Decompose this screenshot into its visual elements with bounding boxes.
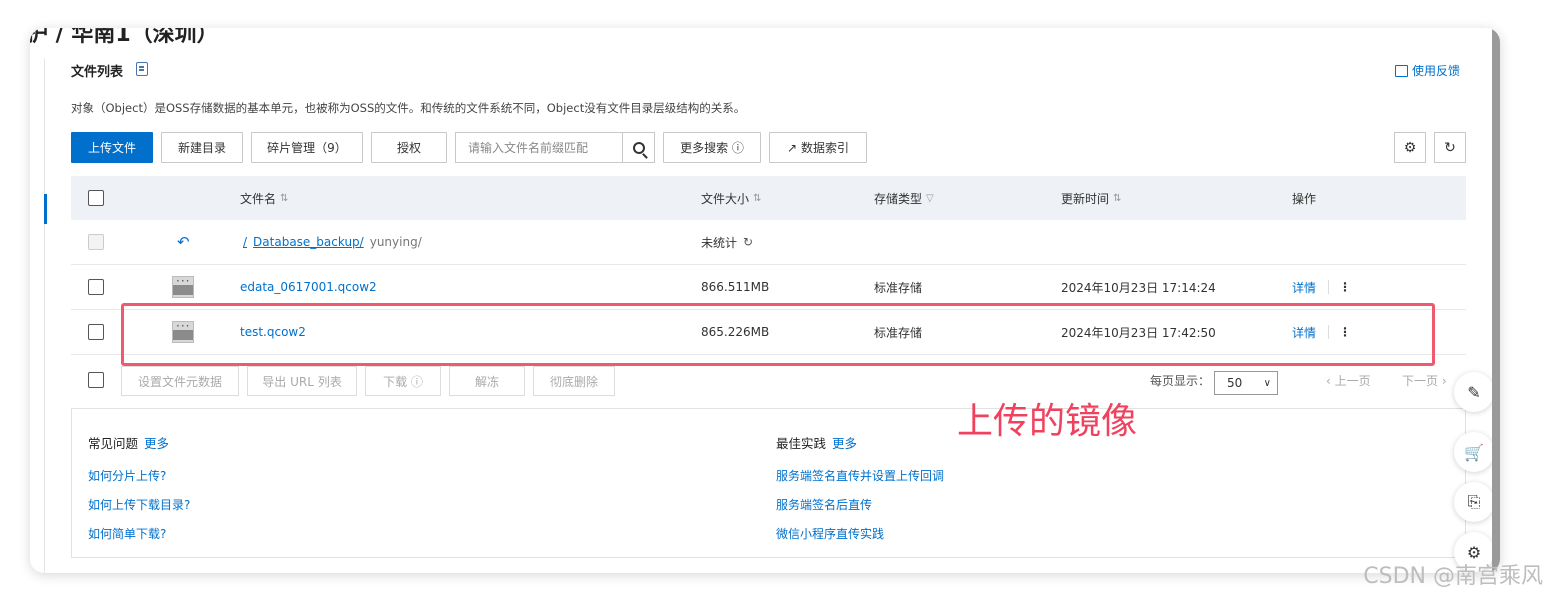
- breadcrumb-cut: 护 / 华南1（深圳）: [30, 28, 219, 47]
- path-dir-link[interactable]: Database_backup/: [253, 235, 364, 249]
- best-practice-title: 最佳实践: [776, 436, 827, 451]
- sort-icon: ⇅: [1113, 192, 1122, 204]
- cart-float-button[interactable]: 🛒: [1454, 432, 1494, 472]
- row-checkbox-cell: [88, 265, 104, 309]
- best-practice-link[interactable]: 服务端签名后直传: [776, 496, 872, 513]
- dir-size-label: 未统计: [701, 235, 738, 250]
- refresh-icon: ↻: [1444, 139, 1456, 156]
- batch-select-checkbox[interactable]: [88, 372, 104, 388]
- export-url-button[interactable]: 导出 URL 列表: [247, 366, 357, 396]
- prev-page-button[interactable]: ‹ 上一页: [1326, 372, 1371, 389]
- upload-button[interactable]: 上传文件: [71, 132, 153, 163]
- sort-icon: ⇅: [753, 192, 762, 204]
- set-metadata-button[interactable]: 设置文件元数据: [121, 366, 239, 396]
- watermark: CSDN @南宫乘风: [1363, 564, 1543, 589]
- annotation-text: 上传的镜像: [957, 401, 1138, 442]
- left-rail: [44, 58, 45, 573]
- unfreeze-button[interactable]: 解冻: [449, 366, 525, 396]
- data-index-button[interactable]: ↗ 数据索引: [769, 132, 867, 163]
- advanced-search-button[interactable]: 更多搜索 ⓘ: [663, 132, 761, 163]
- authorize-button[interactable]: 授权: [371, 132, 447, 163]
- description: 对象（Object）是OSS存储数据的基本单元，也被称为OSS的文件。和传统的文…: [71, 101, 746, 115]
- search-input[interactable]: [456, 133, 622, 162]
- table-header: 文件名 ⇅ 文件大小 ⇅ 存储类型 ▽ 更新时间 ⇅ 操作: [71, 176, 1466, 220]
- prev-page-label: 上一页: [1334, 374, 1371, 388]
- col-ops: 操作: [1292, 191, 1317, 206]
- row-checkbox[interactable]: [88, 279, 104, 295]
- col-name[interactable]: 文件名 ⇅: [240, 176, 288, 220]
- delete-button[interactable]: 彻底删除: [533, 366, 615, 396]
- dir-size: 未统计 ↻: [701, 220, 753, 264]
- detail-link[interactable]: 详情: [1292, 279, 1316, 296]
- path-current: yunying/: [369, 235, 422, 249]
- data-index-label: 数据索引: [801, 141, 850, 155]
- scrollbar[interactable]: [1492, 28, 1500, 573]
- faq-more-link[interactable]: 更多: [144, 436, 169, 451]
- per-page-select[interactable]: 50 ∨: [1214, 371, 1278, 395]
- per-page-label: 每页显示：: [1150, 374, 1211, 388]
- select-all-cell: [88, 176, 104, 220]
- col-storage[interactable]: 存储类型 ▽: [874, 176, 934, 220]
- next-page-label: 下一页: [1402, 374, 1439, 388]
- feedback-link[interactable]: 使用反馈: [1394, 62, 1460, 79]
- more-icon[interactable]: ⋮: [1328, 280, 1351, 294]
- col-name-label: 文件名: [240, 191, 277, 206]
- refresh-button[interactable]: ↻: [1434, 132, 1466, 163]
- chevron-down-icon: ∨: [1263, 377, 1271, 389]
- row-checkbox[interactable]: [88, 324, 104, 340]
- col-size[interactable]: 文件大小 ⇅: [701, 176, 761, 220]
- external-link-icon: ↗: [786, 140, 798, 155]
- page-title: 文件列表: [71, 65, 124, 80]
- annotation-highlight-box: [121, 303, 1435, 366]
- faq-link[interactable]: 如何上传下载目录?: [88, 496, 190, 513]
- faq-link[interactable]: 如何简单下载?: [88, 525, 166, 542]
- refresh-icon[interactable]: ↻: [743, 235, 753, 249]
- select-all-checkbox[interactable]: [88, 190, 104, 206]
- search-icon: [632, 141, 645, 154]
- feedback-icon: [1394, 64, 1408, 77]
- col-updated[interactable]: 更新时间 ⇅: [1061, 176, 1121, 220]
- row-checkbox: [88, 234, 104, 250]
- left-rail-active-marker: [44, 194, 47, 224]
- best-practice-link[interactable]: 服务端签名直传并设置上传回调: [776, 467, 944, 484]
- best-practice-link[interactable]: 微信小程序直传实践: [776, 525, 884, 542]
- faq-title: 常见问题: [88, 436, 139, 451]
- row-checkbox-cell: [88, 310, 104, 354]
- col-size-label: 文件大小: [701, 191, 750, 206]
- oss-file-panel: 护 / 华南1（深圳） 文件列表 使用反馈 对象（Object）是OSS存储数据…: [30, 28, 1500, 573]
- per-page-value: 50: [1227, 376, 1243, 390]
- fragment-manage-button[interactable]: 碎片管理（9）: [251, 132, 363, 163]
- gear-icon: ⚙: [1403, 139, 1417, 156]
- path-root-link[interactable]: /: [243, 235, 247, 249]
- new-directory-button[interactable]: 新建目录: [161, 132, 243, 163]
- search-button[interactable]: [622, 133, 654, 162]
- back-icon[interactable]: ↶: [177, 220, 190, 264]
- edit-float-button[interactable]: ✎: [1454, 372, 1494, 412]
- filter-icon: ▽: [926, 192, 934, 204]
- col-storage-label: 存储类型: [874, 191, 923, 206]
- batch-bar: 设置文件元数据 导出 URL 列表 下载 ⓘ 解冻 彻底删除 每页显示： 50 …: [71, 366, 1466, 398]
- row-checkbox-cell: [88, 220, 104, 264]
- faq-link[interactable]: 如何分片上传?: [88, 467, 166, 484]
- faq-heading: 常见问题 更多: [88, 433, 169, 452]
- service-float-button[interactable]: ⎘: [1454, 482, 1494, 522]
- download-button[interactable]: 下载 ⓘ: [365, 366, 441, 396]
- sort-icon: ⇅: [280, 192, 289, 204]
- path-breadcrumb: / Database_backup/ yunying/: [243, 220, 422, 264]
- screen: 护 / 华南1（深圳） 文件列表 使用反馈 对象（Object）是OSS存储数据…: [0, 0, 1545, 600]
- search-box: [455, 132, 655, 163]
- doc-icon[interactable]: [136, 62, 148, 76]
- service-icon: ⎘: [1467, 492, 1481, 511]
- col-updated-label: 更新时间: [1061, 191, 1110, 206]
- settings-button[interactable]: ⚙: [1394, 132, 1426, 163]
- best-practice-heading: 最佳实践 更多: [776, 433, 857, 452]
- parent-dir-row: ↶ / Database_backup/ yunying/ 未统计 ↻: [71, 220, 1466, 265]
- feedback-label: 使用反馈: [1411, 64, 1460, 78]
- best-practice-more-link[interactable]: 更多: [832, 436, 857, 451]
- next-page-button[interactable]: 下一页 ›: [1402, 372, 1447, 389]
- help-section: 常见问题 更多 如何分片上传? 如何上传下载目录? 如何简单下载? 最佳实践 更多 …: [71, 408, 1466, 558]
- cart-icon: 🛒: [1464, 442, 1484, 462]
- pencil-icon: ✎: [1467, 382, 1481, 402]
